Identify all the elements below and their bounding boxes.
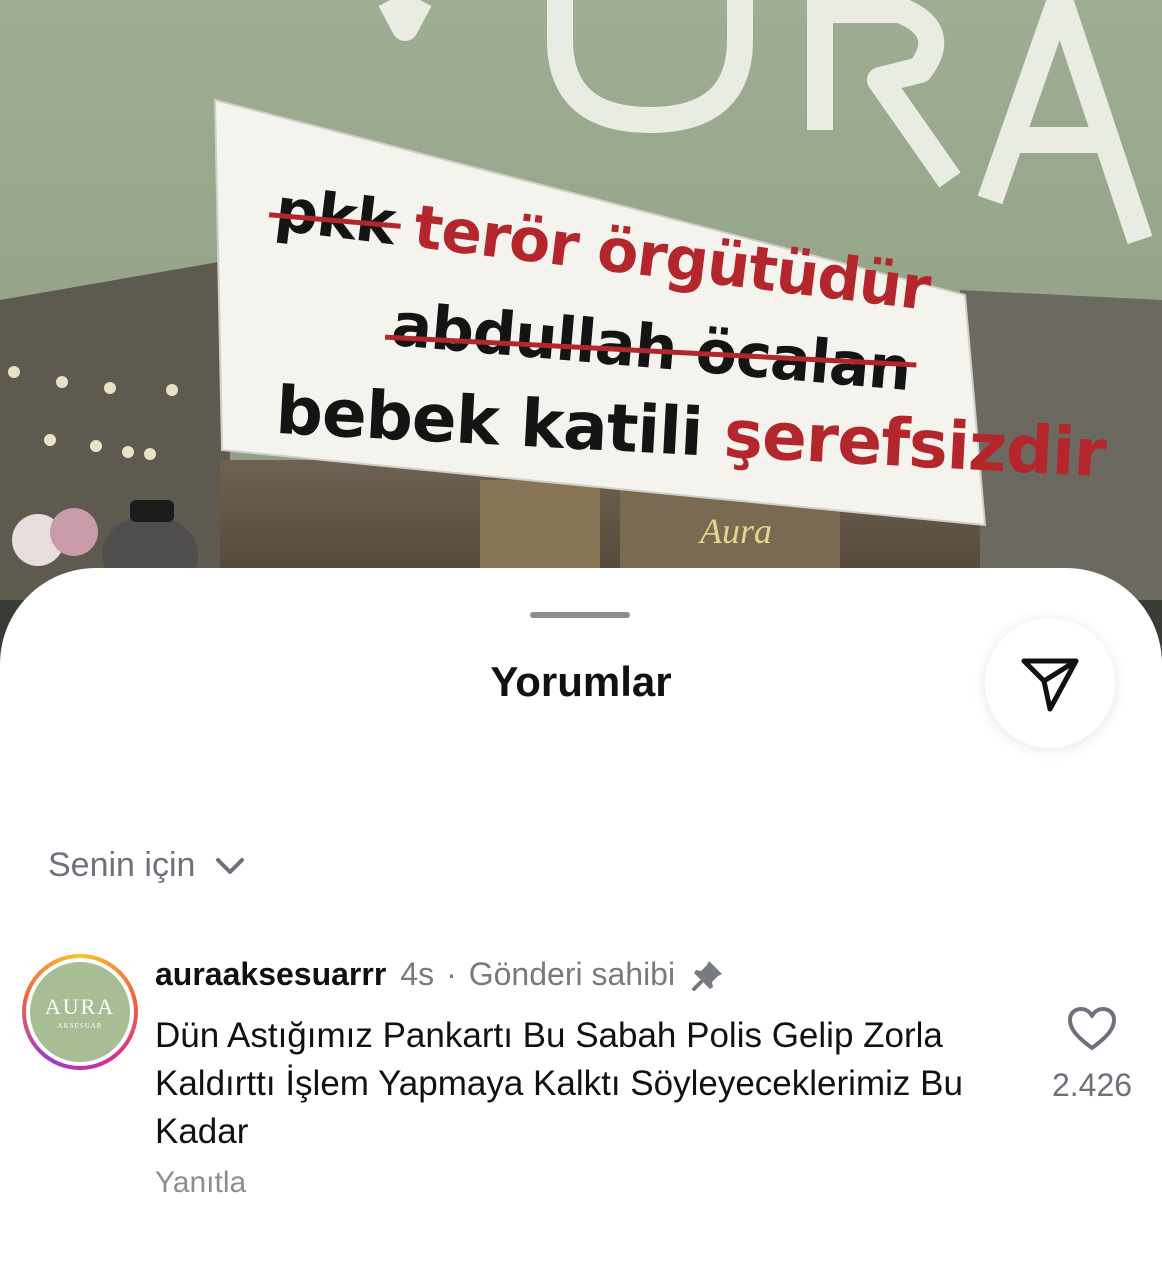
share-button[interactable] <box>985 618 1115 748</box>
heart-icon[interactable] <box>1067 1006 1117 1052</box>
meta-separator: · <box>446 956 457 992</box>
pin-icon <box>691 958 725 992</box>
author-badge: Gönderi sahibi <box>468 956 676 992</box>
post-photo: pkk terör örgütüdür abdullah öcalan bebe… <box>0 0 1162 600</box>
reply-button[interactable]: Yanıtla <box>155 1166 246 1200</box>
comments-sheet: Yorumlar Senin için AURA AKSESUAR auraak… <box>0 568 1162 1268</box>
avatar-logo-text: AURA <box>44 994 116 1019</box>
avatar[interactable]: AURA AKSESUAR <box>22 954 138 1070</box>
like-group: 2.426 <box>1032 1006 1152 1104</box>
comment-time: 4s <box>400 956 435 992</box>
filter-label: Senin için <box>48 846 196 884</box>
avatar-logo-sub: AKSESUAR <box>57 1022 103 1030</box>
paper-plane-icon <box>1021 658 1079 712</box>
comment-filter-dropdown[interactable]: Senin için <box>48 846 245 885</box>
sheet-grabber[interactable] <box>530 612 630 618</box>
comment-username[interactable]: auraaksesuarrr <box>155 956 386 993</box>
storefront-image <box>0 0 1162 600</box>
aura-logo: AURA AKSESUAR <box>30 962 130 1062</box>
chevron-down-icon <box>216 857 245 874</box>
comment-text: Dün Astığımız Pankartı Bu Sabah Polis Ge… <box>155 1016 963 1151</box>
window-logo: Aura <box>700 511 772 551</box>
comment-meta: auraaksesuarrr 4s · Gönderi sahibi <box>155 956 725 993</box>
banner-struck-text: pkk <box>271 175 399 260</box>
like-count: 2.426 <box>1051 1067 1133 1103</box>
